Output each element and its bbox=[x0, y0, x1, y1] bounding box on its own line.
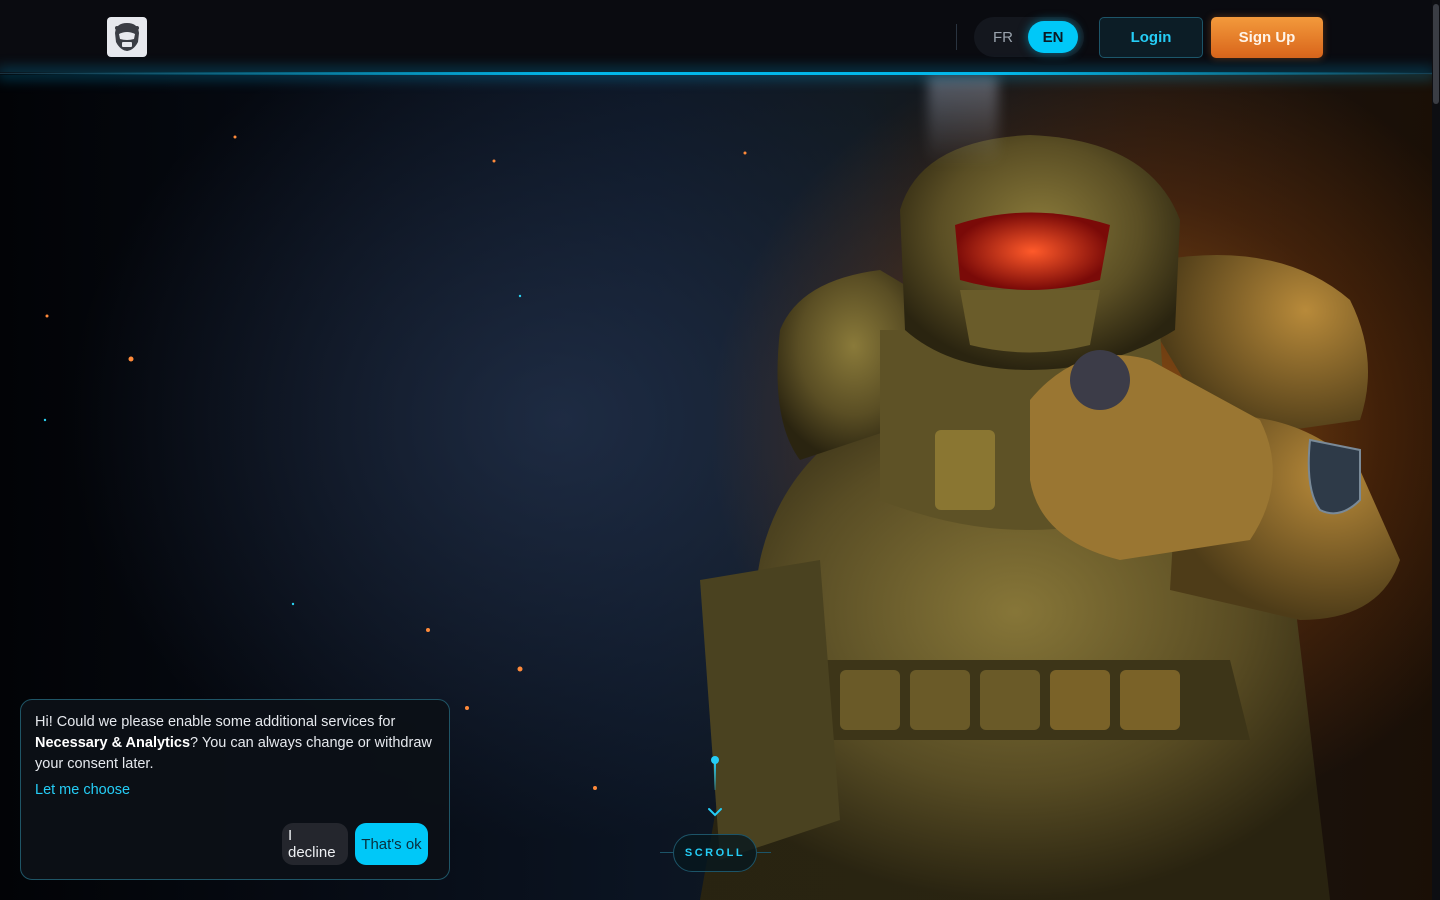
cookie-consent-message: Hi! Could we please enable some addition… bbox=[35, 712, 435, 775]
accept-button[interactable]: That's ok bbox=[355, 823, 428, 865]
scroll-pill-line-left bbox=[660, 852, 674, 853]
cookie-actions: I decline That's ok bbox=[282, 823, 428, 865]
cookie-text-services: Necessary & Analytics bbox=[35, 735, 191, 751]
scroll-indicator-line bbox=[714, 762, 716, 790]
scroll-pill-line-right bbox=[757, 852, 771, 853]
language-switcher: FR EN bbox=[974, 17, 1084, 57]
page-scrollbar[interactable] bbox=[1432, 0, 1440, 900]
language-en-button[interactable]: EN bbox=[1028, 21, 1078, 53]
language-fr-button[interactable]: FR bbox=[978, 21, 1028, 53]
light-beam bbox=[928, 75, 998, 165]
header-divider bbox=[956, 24, 957, 50]
page: FR EN Login Sign Up SCROLL Hi! Could we … bbox=[0, 0, 1440, 900]
chevron-down-icon bbox=[708, 808, 722, 817]
login-button[interactable]: Login bbox=[1099, 17, 1203, 58]
cookie-text-start: Hi! Could we please enable some addition… bbox=[35, 714, 396, 730]
cookie-consent-banner: Hi! Could we please enable some addition… bbox=[20, 699, 450, 880]
decline-button[interactable]: I decline bbox=[282, 823, 348, 865]
sign-up-button[interactable]: Sign Up bbox=[1211, 17, 1323, 58]
let-me-choose-link[interactable]: Let me choose bbox=[35, 782, 130, 798]
logo-glyph bbox=[115, 23, 139, 51]
top-navigation-bar: FR EN Login Sign Up bbox=[0, 0, 1432, 74]
scroll-button[interactable]: SCROLL bbox=[673, 834, 757, 872]
header-glow-line bbox=[0, 72, 1432, 75]
robot-helmet-logo-icon[interactable] bbox=[107, 17, 147, 57]
scrollbar-thumb[interactable] bbox=[1433, 4, 1439, 104]
scroll-indicator-dot bbox=[711, 756, 719, 764]
